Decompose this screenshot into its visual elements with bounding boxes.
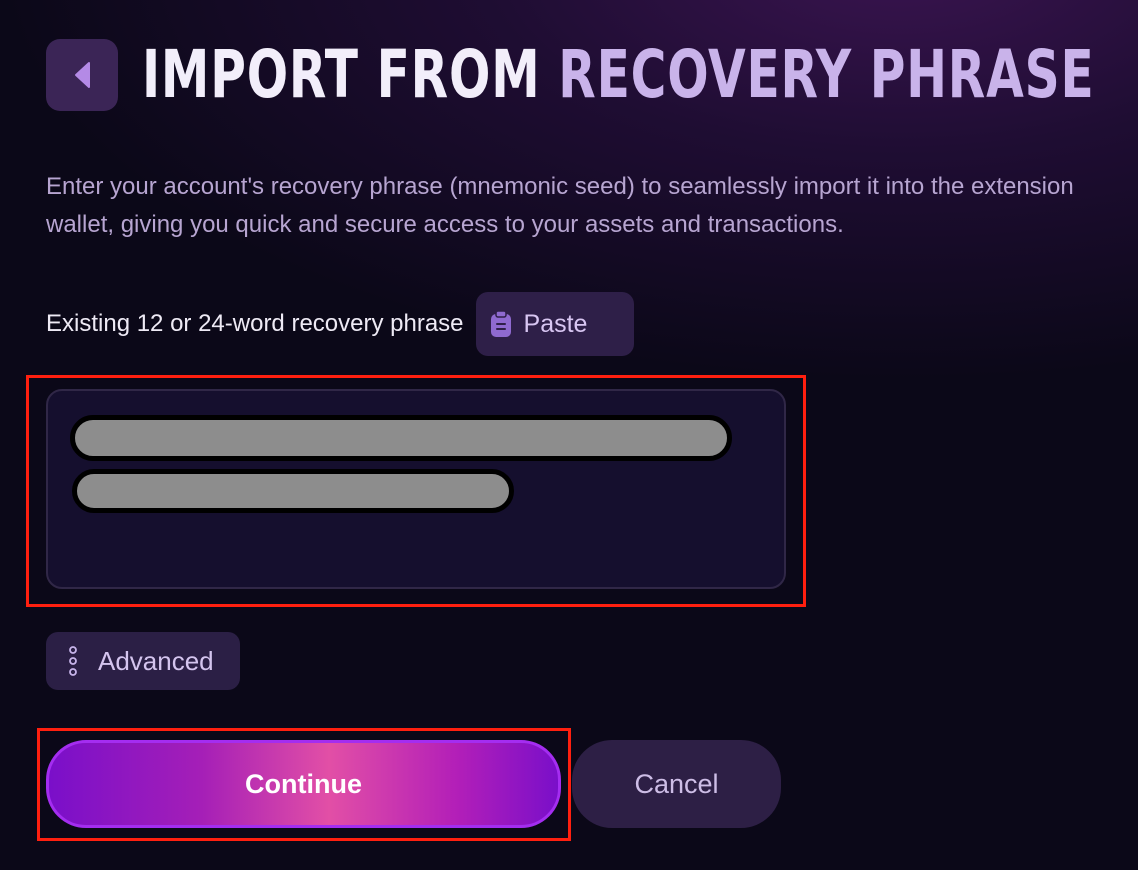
cancel-button[interactable]: Cancel xyxy=(572,740,781,828)
clipboard-icon xyxy=(490,310,511,337)
page-title: IMPORT FROM RECOVERY PHRASE xyxy=(142,38,1095,112)
title-part-2: RECOVERY PHRASE xyxy=(558,36,1095,113)
chevron-left-icon xyxy=(75,62,90,88)
phrase-label: Existing 12 or 24-word recovery phrase xyxy=(46,310,464,337)
page-header: IMPORT FROM RECOVERY PHRASE xyxy=(46,38,1138,112)
advanced-label: Advanced xyxy=(98,645,214,676)
paste-button[interactable]: Paste xyxy=(475,292,634,356)
recovery-phrase-input[interactable] xyxy=(46,389,786,589)
phrase-label-row: Existing 12 or 24-word recovery phrase P… xyxy=(46,292,634,356)
continue-button[interactable]: Continue xyxy=(46,740,561,828)
redacted-phrase-line-2 xyxy=(72,469,514,513)
paste-label: Paste xyxy=(523,309,588,338)
page-description: Enter your account's recovery phrase (mn… xyxy=(46,173,1074,238)
redacted-phrase-line-1 xyxy=(70,415,732,461)
advanced-button[interactable]: Advanced xyxy=(46,632,240,690)
vertical-dots-icon xyxy=(69,646,77,676)
back-button[interactable] xyxy=(46,39,118,111)
title-part-1: IMPORT FROM xyxy=(142,36,559,113)
